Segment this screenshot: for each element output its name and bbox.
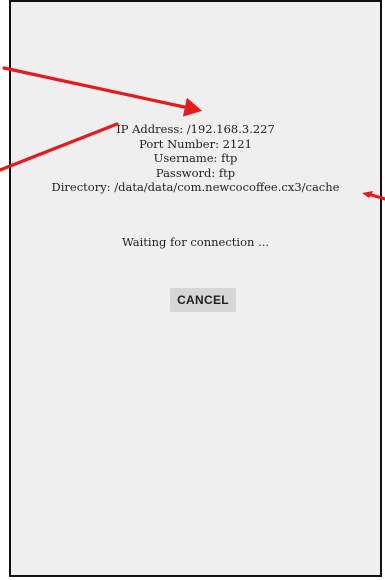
status-text: Waiting for connection ... bbox=[121, 235, 270, 249]
ftp-server-dialog: IP Address: /192.168.3.227 Port Number: … bbox=[9, 0, 382, 577]
ip-address-text: IP Address: /192.168.3.227 bbox=[116, 122, 275, 136]
directory-text: Directory: /data/data/com.newcocoffee.cx… bbox=[51, 180, 340, 194]
connection-info: IP Address: /192.168.3.227 Port Number: … bbox=[11, 122, 380, 195]
port-number-text: Port Number: 2121 bbox=[139, 136, 252, 151]
password-text: Password: ftp bbox=[155, 165, 236, 180]
username-text: Username: ftp bbox=[153, 151, 238, 165]
cancel-button[interactable]: CANCEL bbox=[170, 288, 236, 312]
